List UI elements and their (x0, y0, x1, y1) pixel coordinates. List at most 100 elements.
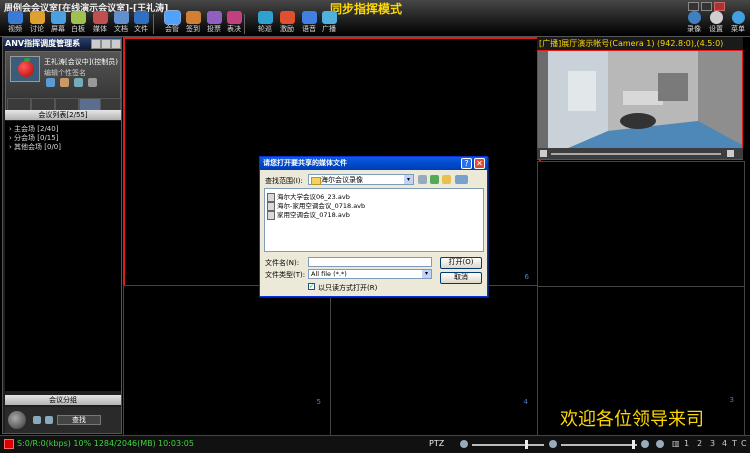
meeting-list-header[interactable]: 会议列表[2/55] (5, 110, 121, 120)
camera-volume-slider[interactable] (551, 153, 721, 155)
toolbar-label: 会管 (165, 25, 179, 33)
toolbar-resolution-button[interactable]: 表决 (223, 11, 245, 34)
record-status-icon (4, 439, 14, 449)
mic-icon[interactable] (88, 78, 97, 87)
find-button[interactable]: 查找 (57, 415, 101, 425)
help-button[interactable]: ? (461, 158, 472, 169)
document-icon (113, 11, 129, 24)
toolbar-media-button[interactable]: 媒体 (89, 11, 111, 34)
monitor-icon[interactable] (46, 78, 55, 87)
toolbar-voice-button[interactable]: 语音 (298, 11, 320, 34)
toolbar-whiteboard-button[interactable]: 白板 (67, 11, 89, 34)
panel-minimize-button[interactable] (91, 39, 101, 49)
video-icon (7, 11, 23, 24)
open-button[interactable]: 打开(O) (440, 257, 482, 269)
camera-speaker-icon[interactable] (727, 150, 734, 157)
panel-close-button[interactable] (111, 39, 121, 49)
back-icon[interactable] (418, 175, 427, 184)
look-in-select[interactable]: 海尔会议录像 ▾ (308, 174, 414, 185)
readonly-checkbox[interactable]: ✓ (308, 283, 315, 290)
cell-number: 3 (729, 396, 734, 404)
view-menu-icon[interactable] (455, 175, 468, 184)
main-control-button[interactable] (8, 411, 26, 429)
cell-number: 6 (524, 273, 529, 281)
speaker-icon[interactable] (549, 440, 557, 448)
dialog-title: 请您打开要共享的媒体文件 (260, 157, 487, 170)
list-item[interactable]: 家用空调会议_0718.avb (267, 209, 350, 220)
toolbar-label: 录像 (687, 25, 701, 33)
toolbar-settings-button[interactable]: 设置 (704, 11, 728, 34)
dialog-close-button[interactable]: ✕ (474, 158, 485, 169)
layout-2-button[interactable]: 2 (697, 439, 702, 448)
folder-icon (311, 177, 321, 185)
file-icon (133, 11, 149, 24)
minimize-button[interactable] (688, 2, 699, 11)
settings-icon[interactable] (45, 416, 53, 424)
mic-volume-knob[interactable] (525, 440, 528, 449)
meeting-group-button[interactable]: 会议分组 (5, 395, 121, 405)
video-cell-5[interactable]: 5 (123, 285, 332, 437)
layout-c-button[interactable]: C (741, 439, 747, 448)
new-folder-icon[interactable] (442, 175, 451, 184)
tree-item-other[interactable]: › 其他会场 [0/0] (9, 142, 61, 152)
office-scene-image (538, 51, 742, 159)
toolbar-screen-button[interactable]: 屏幕 (47, 11, 69, 34)
toolbar-menu-button[interactable]: 菜单 (726, 11, 750, 34)
wrench-icon[interactable] (656, 440, 664, 448)
toolbar-label: 轮巡 (258, 25, 272, 33)
toolbar-file-button[interactable]: 文件 (130, 11, 152, 34)
wrench-icon[interactable] (33, 416, 41, 424)
toolbar-patrol-button[interactable]: 轮巡 (254, 11, 276, 34)
cancel-button[interactable]: 取消 (440, 272, 482, 284)
toolbar-motivate-button[interactable]: 激励 (276, 11, 298, 34)
maximize-button[interactable] (701, 2, 712, 11)
up-folder-icon[interactable] (430, 175, 439, 184)
network-stats: S:0/R:0(kbps) 10% 1284/2046(MB) (17, 439, 156, 448)
close-button[interactable] (714, 2, 725, 11)
speaker-volume-knob[interactable] (632, 440, 635, 449)
readonly-label: 以只读方式打开(R) (318, 284, 378, 292)
mic-icon[interactable] (460, 440, 468, 448)
toolbar-video-button[interactable]: 视频 (4, 11, 26, 34)
media-file-icon (267, 210, 275, 220)
left-panel: ANV指挥调度管理系 王礼涛[会议中](控制员) 编辑个性签名 会议列表[2/5… (2, 37, 122, 434)
file-list: 海尔大学会议06_23.avb 海尔-家用空调会议_0718.avb 家用空调会… (264, 188, 484, 252)
video-cell-4[interactable]: 4 (330, 285, 539, 437)
toolbar-sign-in-button[interactable]: 签到 (182, 11, 204, 34)
toolbar-separator (244, 14, 245, 34)
toolbar-meeting-manage-button[interactable]: 会管 (161, 10, 183, 34)
speaker-volume-slider[interactable] (561, 444, 637, 446)
screen-icon (50, 11, 66, 24)
camera-icon[interactable] (641, 440, 649, 448)
layout-1-button[interactable]: 1 (684, 439, 689, 448)
chevron-down-icon: ▾ (422, 270, 431, 278)
chevron-down-icon: ▾ (404, 175, 413, 184)
person-icon[interactable] (60, 78, 69, 87)
toolbar-label: 讨论 (30, 25, 44, 33)
look-in-label: 查找范围(I): (265, 177, 303, 185)
toolbar-record-button[interactable]: 录像 (682, 11, 706, 34)
layout-3-button[interactable]: 3 (710, 439, 715, 448)
toolbar-broadcast-button[interactable]: 广播 (318, 11, 340, 34)
chat-icon[interactable] (74, 78, 83, 87)
file-type-select[interactable]: All file (*.*) ▾ (308, 269, 432, 279)
open-file-dialog: 请您打开要共享的媒体文件 ? ✕ 查找范围(I): 海尔会议录像 ▾ 海尔大学会… (259, 156, 488, 297)
toolbar-label: 媒体 (93, 25, 107, 33)
user-signature[interactable]: 编辑个性签名 (44, 68, 86, 78)
camera-feed[interactable] (537, 50, 743, 160)
toolbar-document-button[interactable]: 文档 (110, 11, 132, 34)
camera-settings-icon[interactable] (540, 150, 547, 157)
avatar[interactable] (10, 56, 40, 82)
layout-4-button[interactable]: 4 (722, 439, 727, 448)
file-name-input[interactable] (308, 257, 432, 267)
layout-t-button[interactable]: T (732, 439, 737, 448)
record-icon (687, 11, 701, 24)
ptz-label[interactable]: PTZ (429, 439, 444, 448)
toolbar-discussion-button[interactable]: 讨论 (26, 11, 48, 34)
mic-volume-slider[interactable] (472, 444, 544, 446)
layout-grid-icon[interactable]: ▥ (672, 439, 680, 448)
status-bar: S:0/R:0(kbps) 10% 1284/2046(MB) 10:03:05… (0, 435, 750, 453)
video-cell-2[interactable] (537, 161, 745, 287)
toolbar-vote-button[interactable]: 投票 (203, 11, 225, 34)
panel-restore-button[interactable] (101, 39, 111, 49)
